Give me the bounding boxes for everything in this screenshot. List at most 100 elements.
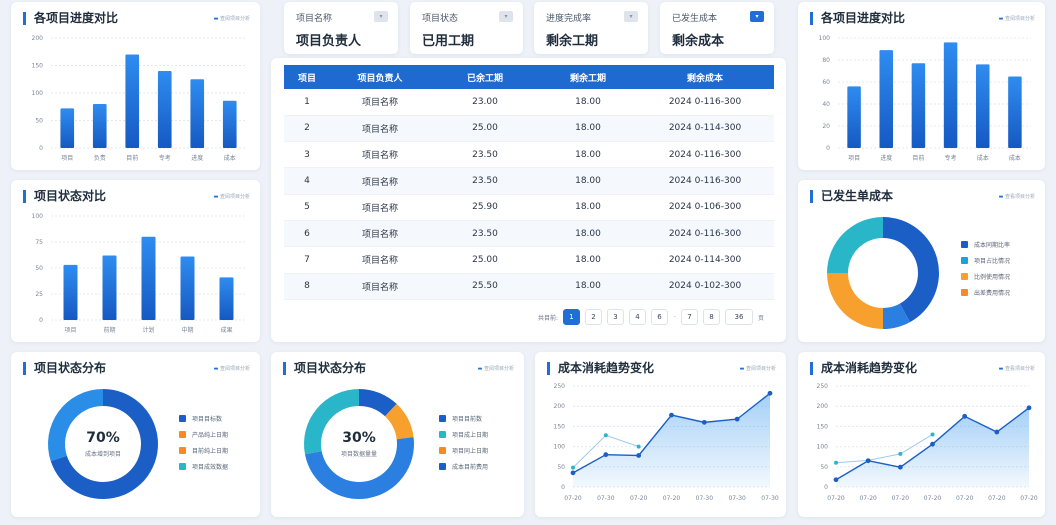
- legend-item[interactable]: 目前纯上日期: [179, 442, 228, 458]
- data-point: [636, 453, 642, 458]
- y-tick-label: 150: [32, 63, 44, 70]
- cell-cost: 2024 0-114-300: [668, 123, 742, 134]
- column-header[interactable]: 项目负责人: [330, 65, 430, 89]
- y-tick-label: 0: [824, 484, 828, 491]
- bar: [60, 108, 75, 148]
- y-tick-label: 20: [822, 123, 830, 130]
- legend-item[interactable]: 项目占比情况: [961, 252, 1010, 268]
- y-tick-label: 50: [35, 118, 43, 125]
- area-fill: [836, 407, 1029, 487]
- y-tick-label: 150: [817, 423, 829, 430]
- column-header[interactable]: 剩余成本: [636, 65, 774, 89]
- chevron-down-icon[interactable]: ▾: [499, 11, 513, 22]
- y-tick-label: 40: [822, 101, 830, 108]
- legend-label: 项目同上日期: [452, 447, 489, 455]
- table-row[interactable]: 6 项目名称 23.50 18.00 2024 0-116-300: [284, 220, 774, 247]
- filter-label: 已发生成本: [672, 14, 718, 24]
- legend-label: 成本同期比率: [974, 241, 1011, 249]
- chart-card-cost-trend-right: 成本消耗趋势变化 查看项目分析 05010015020025007-2007-2…: [798, 352, 1045, 517]
- table-row[interactable]: 1 项目名称 23.00 18.00 2024 0-116-300: [284, 89, 774, 116]
- cell-used: 23.50: [472, 176, 498, 187]
- cell-used: 23.00: [472, 96, 498, 107]
- column-header[interactable]: 已余工期: [430, 65, 540, 89]
- legend-label: 成本目前费用: [452, 463, 489, 471]
- chevron-down-icon[interactable]: ▾: [750, 11, 764, 22]
- cell-cost: 2024 0-116-300: [668, 149, 742, 160]
- legend-item[interactable]: 产品纯上日期: [179, 426, 228, 442]
- bar: [847, 86, 861, 148]
- column-header[interactable]: 剩余工期: [540, 65, 636, 89]
- page-button[interactable]: 2: [585, 309, 603, 325]
- chevron-down-icon[interactable]: ▾: [624, 11, 638, 22]
- legend-label: 项目目标数: [192, 415, 223, 423]
- data-point: [603, 433, 608, 438]
- bar: [180, 256, 195, 320]
- legend-item[interactable]: 项目成上日期: [439, 426, 488, 442]
- legend-label: 项目成上日期: [452, 431, 489, 439]
- bar: [911, 63, 926, 148]
- table-row[interactable]: 7 项目名称 25.00 18.00 2024 0-114-300: [284, 247, 774, 274]
- x-tick-label: 07-30: [696, 495, 714, 502]
- x-tick-label: 目前: [912, 154, 924, 162]
- x-tick-label: 成本: [1009, 154, 1021, 162]
- legend-item[interactable]: 项目目前数: [439, 410, 488, 426]
- y-tick-label: 25: [35, 291, 43, 298]
- table-row[interactable]: 5 项目名称 25.90 18.00 2024 0-106-300: [284, 194, 774, 221]
- filter-incurred-cost[interactable]: 已发生成本 剩余成本 ▾: [660, 2, 774, 54]
- chart-card-status-left: 项目状态对比 查阅项目分析 0255075100项目前期计划中期成果: [11, 180, 260, 342]
- legend-swatch: [179, 446, 186, 454]
- x-tick-label: 07-20: [564, 495, 582, 502]
- cell-remaining: 18.00: [575, 176, 601, 187]
- filter-completion-rate[interactable]: 进度完成率 剩余工期 ▾: [534, 2, 648, 54]
- data-point: [571, 465, 575, 470]
- x-tick-label: 前期: [103, 326, 115, 334]
- filter-project-name[interactable]: 项目名称 项目负责人 ▾: [284, 2, 398, 54]
- page-button[interactable]: 6: [651, 309, 669, 325]
- legend-item[interactable]: 比例使用情况: [961, 268, 1010, 284]
- legend-item[interactable]: 项目同上日期: [439, 442, 488, 458]
- page-size-input[interactable]: 36: [724, 309, 753, 325]
- legend-item[interactable]: 出差费用情况: [961, 284, 1010, 300]
- cell-name: 项目名称: [361, 282, 398, 293]
- cell-index: 2: [304, 123, 310, 134]
- cell-used: 25.00: [472, 123, 498, 134]
- data-point: [734, 416, 740, 422]
- column-header[interactable]: 项目: [284, 65, 330, 89]
- page-button[interactable]: 4: [629, 309, 647, 325]
- y-tick-label: 100: [817, 444, 829, 451]
- page-button[interactable]: 7: [680, 309, 698, 325]
- table-row[interactable]: 2 项目名称 25.00 18.00 2024 0-114-300: [284, 115, 774, 142]
- x-tick-label: 07-20: [924, 495, 942, 502]
- page-button[interactable]: 3: [607, 309, 625, 325]
- y-tick-label: 50: [35, 265, 43, 272]
- legend-item[interactable]: 成本同期比率: [961, 236, 1010, 252]
- page-button[interactable]: 8: [702, 309, 720, 325]
- filter-value: 剩余工期: [546, 34, 599, 49]
- cell-name: 项目名称: [361, 98, 398, 109]
- legend-label: 项目成效数据: [192, 463, 229, 471]
- filter-value: 已用工期: [422, 34, 475, 49]
- cell-remaining: 18.00: [575, 281, 601, 292]
- legend-swatch: [961, 272, 968, 280]
- legend-item[interactable]: 成本目前费用: [439, 458, 488, 474]
- legend-item[interactable]: 项目成效数据: [179, 458, 228, 474]
- table-row[interactable]: 4 项目名称 23.50 18.00 2024 0-116-300: [284, 167, 774, 195]
- data-point: [669, 412, 674, 418]
- legend-swatch: [439, 430, 446, 438]
- table-header-row: 项目 项目负责人 已余工期 剩余工期 剩余成本: [284, 65, 774, 89]
- donut-percent: 30%: [342, 430, 376, 446]
- legend-item[interactable]: 项目目标数: [179, 410, 228, 426]
- chevron-down-icon[interactable]: ▾: [374, 11, 388, 22]
- filter-project-status[interactable]: 项目状态 已用工期 ▾: [410, 2, 523, 54]
- data-point: [1026, 405, 1032, 411]
- table-row[interactable]: 3 项目名称 23.50 18.00 2024 0-116-300: [284, 142, 774, 168]
- x-tick-label: 目前: [126, 154, 138, 162]
- x-tick-label: 07-20: [1020, 495, 1038, 502]
- y-tick-label: 150: [554, 423, 566, 430]
- chart-card-cost-donut: 已发生单成本 查看项目分析 成本同期比率项目占比情况比例使用情况出差费用情况: [798, 180, 1045, 342]
- page-button[interactable]: 1: [563, 309, 581, 325]
- table-row[interactable]: 8 项目名称 25.50 18.00 2024 0-102-300: [284, 273, 774, 300]
- cell-index: 7: [304, 254, 310, 265]
- y-tick-label: 0: [561, 484, 565, 491]
- area-chart: 0 50 100 150 200 250 07-20 07-20 07-20 07-20 07-20…: [817, 383, 1038, 502]
